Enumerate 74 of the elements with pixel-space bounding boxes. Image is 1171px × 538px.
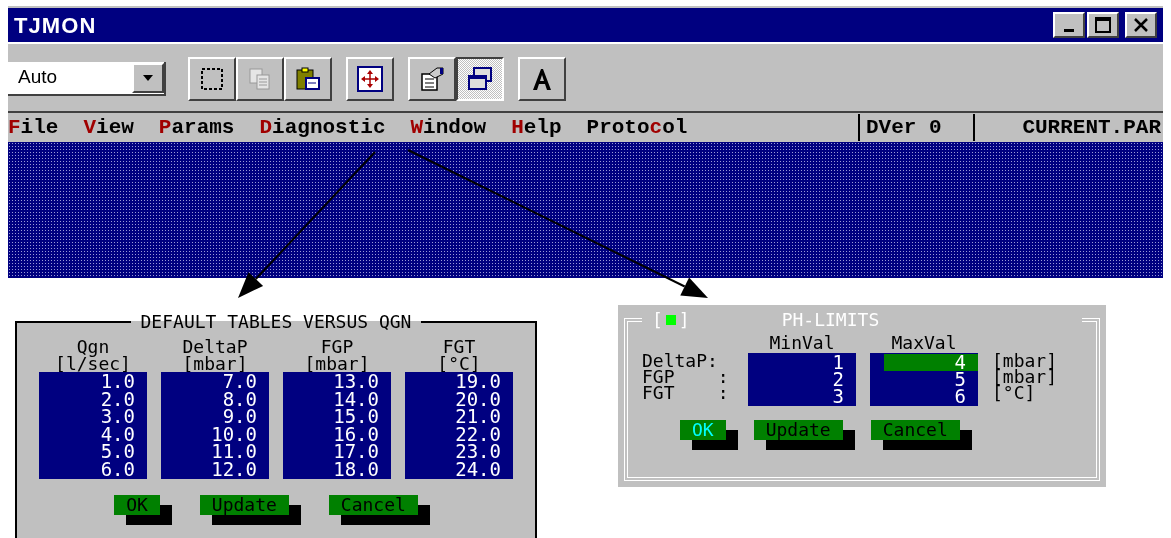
value-cell: 23.0 <box>455 443 501 461</box>
maximize-icon <box>1095 17 1111 33</box>
row-label: FGP : <box>642 369 730 385</box>
column-unit: [mbar] <box>182 355 248 372</box>
column-unit: [°C] <box>437 355 481 372</box>
column-header: DeltaP <box>182 338 248 355</box>
column-unit: [mbar] <box>304 355 370 372</box>
value-field[interactable]: 4 <box>884 354 978 371</box>
value-cell: 4.0 <box>100 425 135 443</box>
row-label: FGT : <box>642 385 730 401</box>
menu-item[interactable]: View <box>83 111 134 144</box>
column-header: FGT <box>442 338 476 355</box>
value-field[interactable]: 6 <box>884 388 978 405</box>
menu-item[interactable]: Window <box>410 111 487 144</box>
value-cell: 17.0 <box>333 443 379 461</box>
value-field[interactable]: 3 <box>762 388 856 405</box>
value-cell: 6.0 <box>100 460 135 478</box>
close-button[interactable] <box>1125 12 1157 38</box>
value-cell: 1.0 <box>100 373 135 391</box>
value-field[interactable]: 1 <box>762 354 856 371</box>
square-icon <box>664 314 677 326</box>
value-cell: 3.0 <box>100 408 135 426</box>
properties-icon <box>419 65 445 92</box>
menu-item[interactable]: Params <box>158 111 235 144</box>
close-icon <box>1133 17 1149 33</box>
value-cell: 12.0 <box>211 460 257 478</box>
value-cell: 14.0 <box>333 390 379 408</box>
value-cell: 8.0 <box>222 390 257 408</box>
row-label: DeltaP: <box>642 353 719 369</box>
menu-item[interactable]: Protocol <box>586 111 688 144</box>
selection-icon <box>199 65 225 92</box>
minimize-icon <box>1064 28 1074 32</box>
value-field[interactable]: 5 <box>884 371 978 388</box>
value-cell: 21.0 <box>455 408 501 426</box>
value-cell: 9.0 <box>222 408 257 426</box>
combo-value: Auto <box>17 65 58 90</box>
column-header: FGP <box>320 338 354 355</box>
value-cell: 13.0 <box>333 373 379 391</box>
value-cell: 19.0 <box>455 373 501 391</box>
dialog-title: DEFAULT TABLES VERSUS QGN <box>139 312 413 332</box>
menu-item[interactable]: Diagnostic <box>259 111 386 144</box>
caret-icon <box>142 73 154 82</box>
value-cell: 24.0 <box>455 460 501 478</box>
minimize-button[interactable] <box>1053 12 1085 38</box>
value-cell: 15.0 <box>333 408 379 426</box>
dropdown-button[interactable] <box>132 62 164 93</box>
value-cell: 22.0 <box>455 425 501 443</box>
move-arrows-icon <box>357 65 383 92</box>
combo-box[interactable]: Auto <box>8 61 166 96</box>
value-cell: 11.0 <box>211 443 257 461</box>
column-header: MaxVal <box>891 333 957 353</box>
value-cell: 7.0 <box>222 373 257 391</box>
paste-icon <box>295 65 321 92</box>
dialog-title: PH-LIMITS <box>780 311 881 329</box>
menu-item[interactable]: Help <box>511 111 562 144</box>
menu-item[interactable]: File <box>8 111 59 144</box>
value-cell: 20.0 <box>455 390 501 408</box>
window-title: TJMON <box>14 11 97 40</box>
value-cell: 2.0 <box>100 390 135 408</box>
unit-label: [°C] <box>992 385 1036 401</box>
column-header: Qgn <box>76 338 110 355</box>
maximize-button[interactable] <box>1087 12 1119 38</box>
value-field[interactable]: 2 <box>762 371 856 388</box>
value-cell: 16.0 <box>333 425 379 443</box>
value-cell: 10.0 <box>211 425 257 443</box>
unit-label: [mbar] <box>992 353 1058 369</box>
value-cell: 18.0 <box>333 460 379 478</box>
windows-icon <box>467 65 493 92</box>
copy-icon <box>247 65 273 92</box>
column-unit: [l/sec] <box>55 355 131 372</box>
value-cell: 5.0 <box>100 443 135 461</box>
toolbar-button[interactable] <box>456 56 504 101</box>
column-header: MinVal <box>769 333 835 353</box>
unit-label: [mbar] <box>992 369 1058 385</box>
